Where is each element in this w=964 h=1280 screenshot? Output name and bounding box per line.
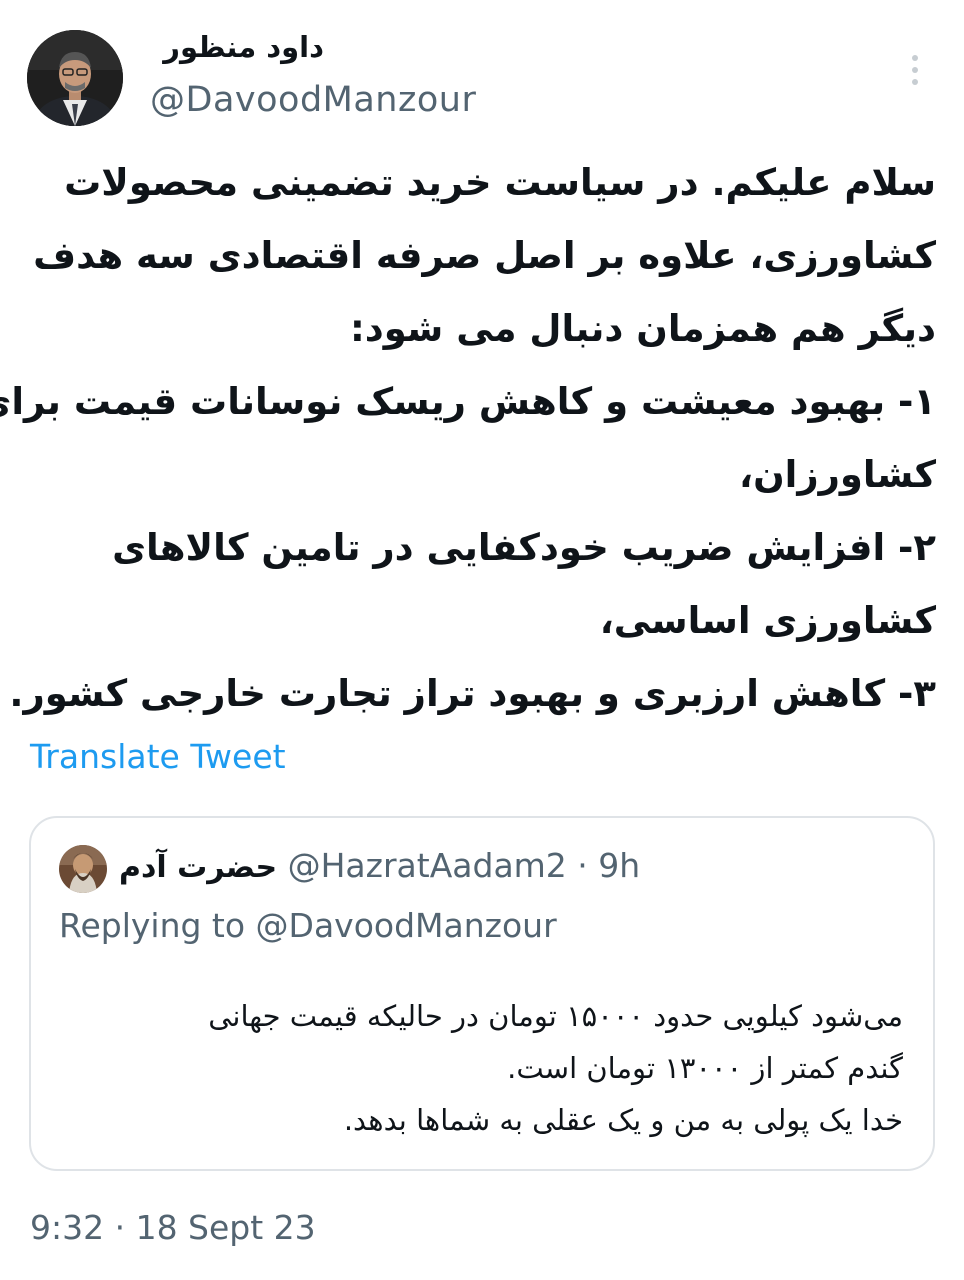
- tweet-line: ۲- افزایش ضریب خودکفایی در تامین کالاهای: [112, 526, 936, 569]
- author-avatar[interactable]: [27, 30, 123, 126]
- replying-to: Replying to @DavoodManzour: [59, 906, 557, 945]
- replying-mention[interactable]: @DavoodManzour: [256, 906, 557, 945]
- quote-age: · 9h: [566, 846, 641, 885]
- more-vertical-icon[interactable]: [908, 50, 922, 90]
- tweet-line: ۱- بهبود معیشت و کاهش ریسک نوسانات قیمت …: [0, 380, 936, 423]
- quote-line: خدا یک پولی به من و یک عقلی به شماها بده…: [343, 1103, 903, 1137]
- tweet-line: سلام علیکم. در سیاست خرید تضمینی محصولات: [64, 161, 936, 204]
- translate-tweet-link[interactable]: Translate Tweet: [30, 737, 286, 776]
- quote-line: گندم کمتر از ۱۳۰۰۰ تومان است.: [507, 1051, 903, 1085]
- tweet-line: کشاورزی، علاوه بر اصل صرفه اقتصادی سه هد…: [33, 234, 936, 277]
- tweet-line: ۳- کاهش ارزبری و بهبود تراز تجارت خارجی …: [9, 672, 936, 715]
- replying-prefix: Replying to: [59, 906, 256, 945]
- avatar-photo-icon: [27, 30, 123, 126]
- tweet-line: کشاورزان،: [739, 453, 936, 496]
- quote-author-name[interactable]: حضرت آدم: [119, 850, 277, 885]
- tweet-line: دیگر هم همزمان دنبال می شود:: [349, 307, 936, 350]
- quote-text: می‌شود کیلویی حدود ۱۵۰۰۰ تومان در حالیکه…: [53, 990, 903, 1146]
- quote-line: می‌شود کیلویی حدود ۱۵۰۰۰ تومان در حالیکه…: [208, 999, 903, 1033]
- quote-avatar-photo-icon: [59, 845, 107, 893]
- author-display-name[interactable]: داود منظور: [163, 30, 324, 64]
- tweet-line: کشاورزی اساسی،: [599, 599, 936, 642]
- tweet-text: سلام علیکم. در سیاست خرید تضمینی محصولات…: [0, 146, 936, 730]
- quote-author-avatar[interactable]: [59, 845, 107, 893]
- quote-author-handle[interactable]: @HazratAadam2: [288, 846, 567, 885]
- quote-header: حضرت آدم @HazratAadam2 · 9h: [119, 846, 640, 885]
- quoted-tweet-card[interactable]: حضرت آدم @HazratAadam2 · 9h Replying to …: [29, 816, 935, 1171]
- tweet-timestamp[interactable]: 9:32 · 18 Sept 23: [30, 1208, 316, 1247]
- author-handle[interactable]: @DavoodManzour: [150, 80, 476, 120]
